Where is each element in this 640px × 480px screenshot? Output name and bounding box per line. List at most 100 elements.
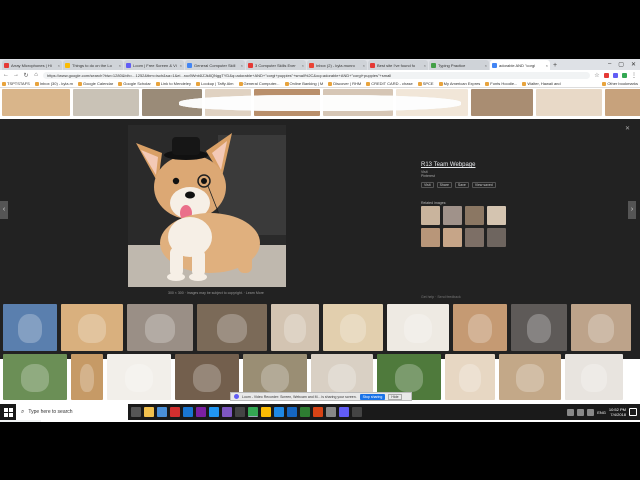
result-thumbnail[interactable]: [323, 304, 383, 351]
clock[interactable]: 10:52 PM 7/4/2018: [609, 407, 626, 417]
browser-tab[interactable]: Loom | Free Screen & Vi ×: [124, 60, 184, 70]
result-thumbnail[interactable]: [107, 354, 171, 400]
close-icon[interactable]: ✕: [625, 125, 630, 132]
tab-close-icon[interactable]: ×: [119, 63, 121, 68]
tab-close-icon[interactable]: ×: [58, 63, 60, 68]
extension-icon[interactable]: [604, 72, 609, 78]
bookmark-item[interactable]: My American Expres: [438, 81, 480, 86]
chrome-icon[interactable]: [248, 407, 258, 417]
result-thumbnail[interactable]: [565, 354, 623, 400]
related-image-thumbnail[interactable]: [465, 206, 484, 225]
forward-icon[interactable]: →: [13, 72, 19, 78]
tab-close-icon[interactable]: ×: [180, 63, 182, 68]
result-thumbnail[interactable]: [471, 89, 533, 116]
address-bar[interactable]: https://www.google.com/search?biw=1280&b…: [43, 71, 590, 79]
acrobat-icon[interactable]: [170, 407, 180, 417]
new-tab-button[interactable]: +: [553, 62, 561, 70]
browser-tab[interactable]: Things to do on the Lo ×: [63, 60, 123, 70]
preview-image[interactable]: [128, 125, 286, 287]
tab-close-icon[interactable]: ×: [424, 63, 426, 68]
bookmark-item[interactable]: CREDIT CARD - chase: [366, 81, 413, 86]
bookmark-item[interactable]: Fonts Hoodie...: [485, 81, 517, 86]
browser-tab[interactable]: 3 Computer Skills Ever ×: [246, 60, 306, 70]
result-thumbnail[interactable]: [197, 304, 267, 351]
star-icon[interactable]: ☆: [594, 72, 600, 79]
bookmark-item[interactable]: General Computer...: [238, 81, 280, 86]
mail-icon[interactable]: [183, 407, 193, 417]
app-icon-3[interactable]: [352, 407, 362, 417]
bookmark-item[interactable]: Link to Mendeley: [155, 81, 191, 86]
powerpoint-icon[interactable]: [313, 407, 323, 417]
result-thumbnail[interactable]: [127, 304, 193, 351]
network-icon[interactable]: [577, 408, 585, 416]
task-view-icon[interactable]: [131, 407, 141, 417]
result-thumbnail[interactable]: [3, 304, 57, 351]
previous-arrow-icon[interactable]: ‹: [0, 201, 8, 219]
browser-tab[interactable]: Best site I've found fo ×: [368, 60, 428, 70]
volume-icon[interactable]: [587, 408, 595, 416]
store-icon[interactable]: [157, 407, 167, 417]
excel-icon[interactable]: [300, 407, 310, 417]
related-image-thumbnail[interactable]: [421, 206, 440, 225]
feedback-links[interactable]: Get help · Send feedback: [421, 295, 461, 299]
edge-icon[interactable]: [274, 407, 284, 417]
photos-icon[interactable]: [209, 407, 219, 417]
result-thumbnail[interactable]: [605, 89, 640, 116]
bookmark-item[interactable]: Google Calendar: [77, 81, 113, 86]
result-thumbnail[interactable]: [2, 89, 70, 116]
notes-icon[interactable]: [196, 407, 206, 417]
bookmark-item[interactable]: Lookup | Taffy Alm: [196, 81, 234, 86]
related-image-thumbnail[interactable]: [487, 206, 506, 225]
bookmark-item[interactable]: Inbox (30) - kyla.m: [34, 81, 73, 86]
browser-tab[interactable]: General Computer Skill ×: [185, 60, 245, 70]
tab-close-icon[interactable]: ×: [363, 63, 365, 68]
app-icon-2[interactable]: [326, 407, 336, 417]
result-thumbnail[interactable]: [511, 304, 567, 351]
visit-button[interactable]: Visit: [421, 182, 434, 188]
browser-tab[interactable]: Inbox (2) - kyla.munro ×: [307, 60, 367, 70]
tab-close-icon[interactable]: ×: [302, 63, 304, 68]
result-thumbnail[interactable]: [73, 89, 139, 116]
tab-close-icon[interactable]: ×: [485, 63, 487, 68]
related-image-thumbnail[interactable]: [465, 228, 484, 247]
maximize-icon[interactable]: ▢: [618, 61, 624, 68]
action-center-icon[interactable]: [629, 408, 637, 416]
taskbar-search-box[interactable]: ⌕ Type here to search: [16, 404, 128, 420]
browser-tab[interactable]: Array Microphones | Hi ×: [2, 60, 62, 70]
result-thumbnail[interactable]: [271, 304, 319, 351]
onenote-icon[interactable]: [222, 407, 232, 417]
result-thumbnail[interactable]: [3, 354, 67, 400]
browser-tab[interactable]: adorable AND "corgi ×: [490, 60, 550, 70]
related-image-thumbnail[interactable]: [443, 228, 462, 247]
menu-icon[interactable]: ⋮: [631, 72, 637, 79]
bookmark-item[interactable]: SPCE: [417, 81, 434, 86]
chrome-icon-2[interactable]: [261, 407, 271, 417]
related-image-thumbnail[interactable]: [487, 228, 506, 247]
result-thumbnail[interactable]: [61, 304, 123, 351]
result-thumbnail[interactable]: [453, 304, 507, 351]
result-thumbnail[interactable]: [71, 354, 103, 400]
tab-close-icon[interactable]: ×: [546, 63, 548, 68]
extension-icon[interactable]: [622, 72, 627, 78]
app-icon[interactable]: [235, 407, 245, 417]
file-explorer-icon[interactable]: [144, 407, 154, 417]
result-thumbnail[interactable]: [499, 354, 561, 400]
close-window-icon[interactable]: ✕: [631, 61, 636, 68]
bookmark-item[interactable]: Walter, Hawaii and: [522, 81, 561, 86]
tab-close-icon[interactable]: ×: [241, 63, 243, 68]
minimize-icon[interactable]: –: [608, 61, 611, 68]
related-image-thumbnail[interactable]: [443, 206, 462, 225]
result-title-link[interactable]: R13 Team Webpage: [421, 162, 475, 168]
save-button[interactable]: Save: [454, 182, 469, 188]
bookmark-item[interactable]: Google Scholar: [118, 81, 151, 86]
loom-extension-icon[interactable]: [613, 72, 618, 78]
language-indicator[interactable]: ENG: [597, 410, 606, 415]
result-thumbnail[interactable]: [445, 354, 495, 400]
view-saved-button[interactable]: View saved: [471, 182, 496, 188]
word-icon[interactable]: [287, 407, 297, 417]
bookmark-item[interactable]: Discover | RHM: [328, 81, 361, 86]
home-icon[interactable]: ⌂: [33, 72, 39, 78]
people-icon[interactable]: [567, 408, 575, 416]
browser-tab[interactable]: Typing Practice ×: [429, 60, 489, 70]
bookmark-item[interactable]: TSPTSTAFS: [2, 81, 30, 86]
